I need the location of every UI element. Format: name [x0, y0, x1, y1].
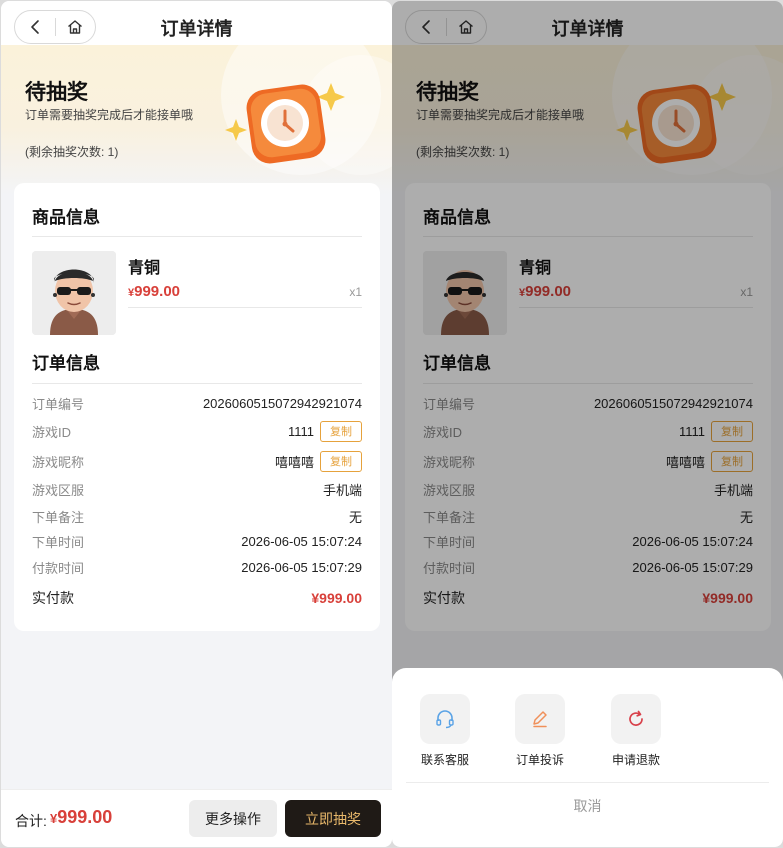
created-time-value: 2026-06-05 15:07:24	[241, 533, 362, 549]
row-label: 游戏ID	[32, 424, 72, 440]
draw-now-button[interactable]: 立即抽奖	[285, 800, 381, 837]
order-complaint-action[interactable]: 订单投诉	[510, 694, 570, 768]
more-actions-button[interactable]: 更多操作	[189, 800, 277, 837]
product-image	[32, 251, 116, 335]
clock-icon	[225, 83, 345, 164]
action-label: 联系客服	[420, 753, 469, 767]
row-label: 游戏区服	[32, 482, 85, 498]
row-label: 付款时间	[32, 560, 85, 576]
bottom-action-bar: 合计: ¥999.00 更多操作 立即抽奖	[1, 789, 392, 847]
product-section-title: 商品信息	[32, 208, 100, 227]
action-icon-box	[515, 694, 565, 744]
contact-service-action[interactable]: 联系客服	[415, 694, 475, 768]
product-name: 青铜	[128, 260, 161, 277]
paid-amount-label: 实付款	[32, 590, 74, 606]
row-label: 游戏昵称	[32, 454, 85, 470]
total-amount-value: 999.00	[57, 807, 113, 827]
more-actions-sheet: 联系客服 订单投诉 申请退款 取消	[392, 668, 783, 847]
avatar	[32, 251, 116, 335]
action-icon-box	[611, 694, 661, 744]
divider	[32, 383, 362, 384]
action-icon-box	[420, 694, 470, 744]
remark-value: 无	[348, 509, 362, 525]
copy-nickname-button[interactable]: 复制	[320, 450, 362, 472]
status-banner: 待抽奖 订单需要抽奖完成后才能接单哦 (剩余抽奖次数: 1)	[1, 45, 392, 195]
server-value: 手机端	[322, 482, 362, 498]
row-label: 下单时间	[32, 534, 85, 550]
navbar: 订单详情	[1, 1, 392, 45]
refresh-icon	[629, 710, 643, 726]
game-id-value: 1111	[287, 423, 314, 439]
order-row-number: 订单编号 2026060515072942921074	[32, 392, 362, 414]
order-number: 2026060515072942921074	[202, 395, 362, 411]
order-row-game-id: 游戏ID 1111 复制	[32, 420, 362, 442]
paid-time-value: 2026-06-05 15:07:29	[241, 559, 362, 575]
divider	[128, 307, 362, 308]
order-status-title: 待抽奖	[25, 81, 88, 104]
action-label: 申请退款	[611, 753, 660, 767]
stage: 订单详情 待抽奖 订单需要抽奖完成后才能接单哦 (剩余抽奖次数: 1) 商品信息	[0, 0, 783, 848]
product-price-value: 999.00	[134, 283, 181, 300]
total-amount: ¥999.00	[50, 807, 112, 828]
order-detail-screen-with-sheet: 订单详情 待抽奖 订单需要抽奖完成后才能接单哦 (剩余抽奖次数: 1) 商品信息	[392, 1, 783, 847]
divider	[406, 782, 769, 783]
product-quantity: x1	[349, 285, 362, 299]
total-label: 合计:	[15, 813, 47, 829]
headset-icon	[436, 710, 454, 729]
product-price: ¥999.00	[128, 283, 180, 300]
row-label: 下单备注	[32, 509, 85, 525]
order-status-desc: 订单需要抽奖完成后才能接单哦	[25, 108, 194, 122]
row-label: 订单编号	[32, 396, 85, 412]
order-detail-screen: 订单详情 待抽奖 订单需要抽奖完成后才能接单哦 (剩余抽奖次数: 1) 商品信息	[1, 1, 392, 847]
paid-amount-value: ¥999.00	[311, 590, 362, 606]
divider	[32, 236, 362, 237]
order-section-title: 订单信息	[32, 354, 100, 373]
order-row-paid-time: 付款时间 2026-06-05 15:07:29	[32, 556, 362, 578]
order-row-remark: 下单备注 无	[32, 505, 362, 527]
action-label: 订单投诉	[515, 753, 564, 767]
refund-request-action[interactable]: 申请退款	[606, 694, 666, 768]
order-row-server: 游戏区服 手机端	[32, 478, 362, 500]
order-row-nickname: 游戏昵称 嘻嘻嘻 复制	[32, 450, 362, 472]
row-value: 嘻嘻嘻 复制	[274, 450, 362, 472]
order-row-created-time: 下单时间 2026-06-05 15:07:24	[32, 530, 362, 552]
cancel-button[interactable]: 取消	[392, 796, 783, 816]
row-value: 1111 复制	[287, 420, 362, 442]
remaining-draws: (剩余抽奖次数: 1)	[25, 145, 119, 159]
order-row-paid-amount: 实付款 ¥999.00	[32, 587, 362, 609]
copy-game-id-button[interactable]: 复制	[320, 420, 362, 442]
page-title: 订单详情	[160, 19, 233, 39]
pencil-icon	[533, 711, 547, 728]
info-card: 商品信息 青铜 ¥999.00 x1 订单信息 订单编号 20260605150…	[14, 183, 380, 631]
nickname-value: 嘻嘻嘻	[274, 454, 314, 470]
